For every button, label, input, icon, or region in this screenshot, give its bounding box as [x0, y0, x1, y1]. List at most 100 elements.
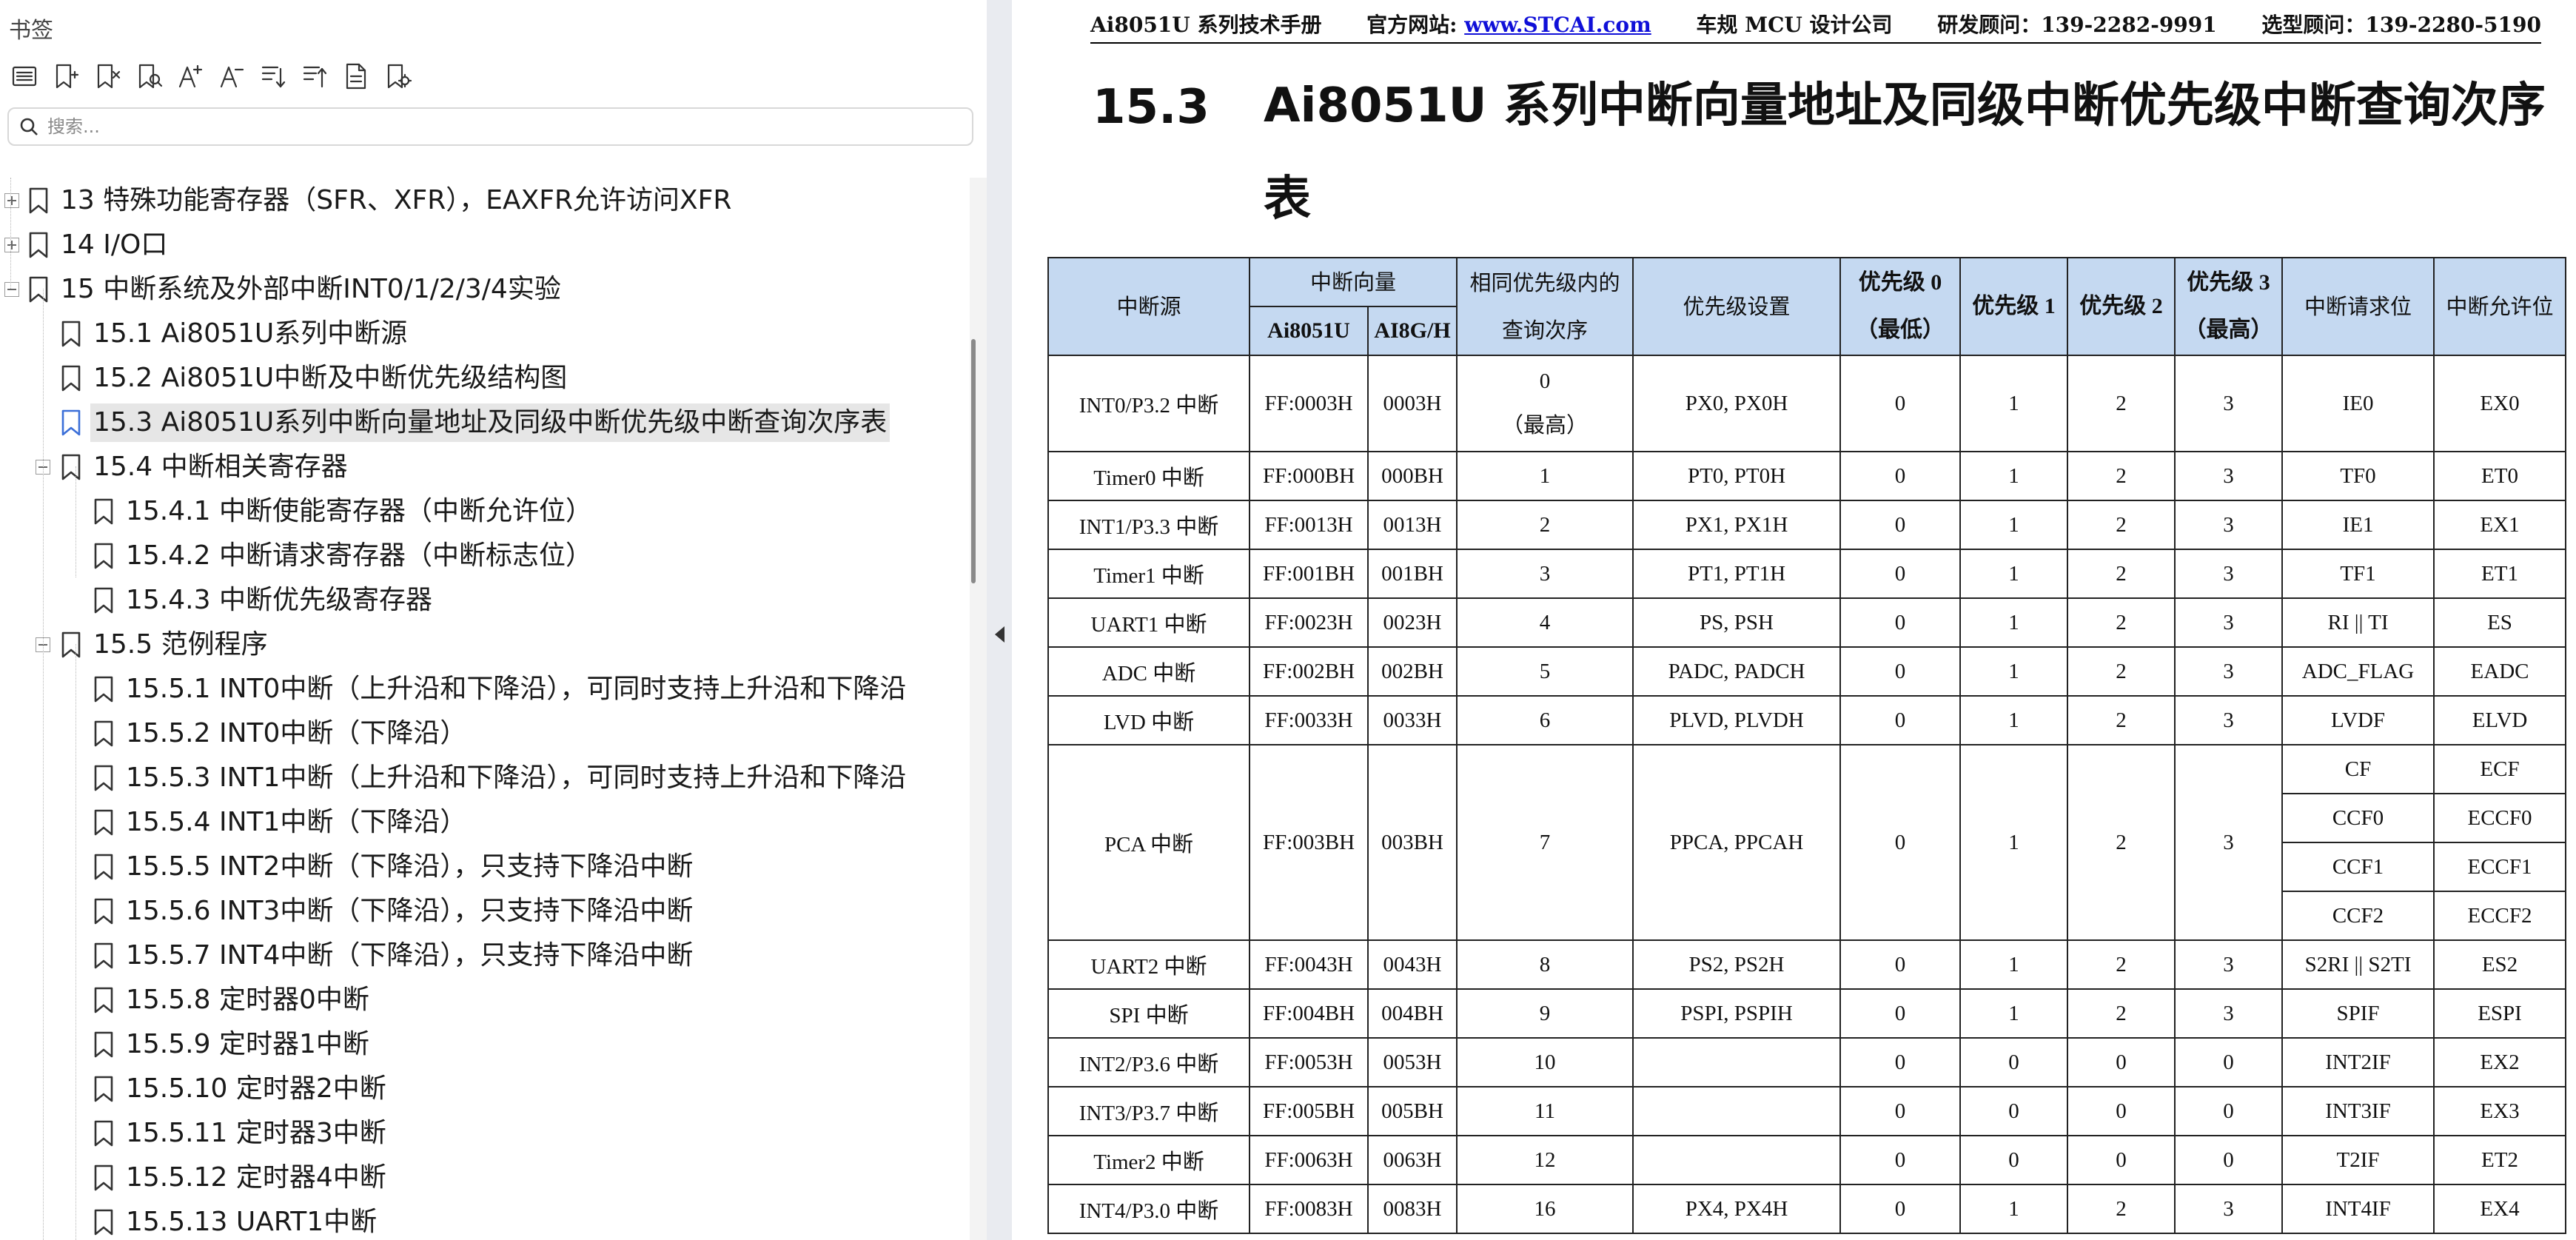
cell-priority-0: 0 — [1839, 549, 1962, 599]
cell-priority-0: 0 — [1839, 1037, 1962, 1087]
cell-priority-2: 2 — [2067, 597, 2176, 648]
bookmark-scrollbar-track[interactable] — [970, 178, 987, 1240]
bookmark-item-label: 15.5.13 UART1中断 — [126, 1207, 378, 1237]
bookmark-item[interactable]: 15.5.2 INT0中断（下降沿） — [93, 711, 469, 756]
bookmark-icon — [93, 1120, 114, 1147]
bookmark-item[interactable]: 15.5.1 INT0中断（上升沿和下降沿），可同时支持上升沿和下降沿 — [93, 667, 909, 711]
bookmark-item[interactable]: 15.2 Ai8051U中断及中断优先级结构图 — [61, 356, 570, 401]
expand-node-icon[interactable] — [4, 193, 19, 208]
table-row: Timer1 中断 FF:001BH 001BH 3 PT1, PT1H 0 1 2 3 TF1 E… — [1047, 549, 2567, 599]
cell-query-order: 2 — [1456, 500, 1634, 550]
bookmark-icon — [93, 498, 114, 525]
cell-vector-ai8g: 001BH — [1366, 549, 1458, 599]
bookmark-item[interactable]: 15.3 Ai8051U系列中断向量地址及同级中断优先级中断查询次序表 — [61, 401, 890, 445]
cell-vector-ai8051u: FF:002BH — [1249, 646, 1369, 697]
cell-priority-setting — [1632, 1135, 1842, 1185]
cell-vector-ai8051u: FF:0063H — [1249, 1135, 1369, 1185]
bookmark-item[interactable]: 15.4.2 中断请求寄存器（中断标志位） — [93, 534, 595, 578]
list-icon[interactable] — [7, 59, 41, 93]
collapse-node-icon[interactable] — [4, 282, 19, 297]
bookmark-icon — [93, 543, 114, 569]
bookmark-item[interactable]: 15.1 Ai8051U系列中断源 — [61, 312, 410, 356]
document-viewer[interactable]: Ai8051U 系列技术手册 官方网站: www.STCAI.com 车规 MC… — [1012, 0, 2576, 1240]
bookmark-item[interactable]: 15 中断系统及外部中断INT0/1/2/3/4实验 — [4, 267, 564, 312]
header-query-order: 相同优先级内的 查询次序 — [1456, 257, 1634, 356]
cell-priority-1: 1 — [1959, 646, 2069, 697]
header-website-label: 官方网站: — [1366, 13, 1465, 37]
add-bookmark-icon[interactable] — [49, 59, 83, 93]
collapse-all-icon[interactable] — [298, 59, 332, 93]
bookmark-item[interactable]: 15.5.4 INT1中断（下降沿） — [93, 800, 469, 845]
cell-query-order: 4 — [1456, 597, 1634, 648]
cell-source: SPI 中断 — [1047, 988, 1250, 1039]
bookmark-icon — [93, 854, 114, 880]
header-request-bit: 中断请求位 — [2281, 257, 2435, 356]
collapse-panel-button[interactable] — [990, 622, 1008, 647]
panel-splitter[interactable] — [987, 0, 1012, 1240]
bookmark-item[interactable]: 15.5.9 定时器1中断 — [93, 1022, 372, 1067]
shrink-text-icon[interactable] — [215, 59, 249, 93]
bookmark-item-label: 13 特殊功能寄存器（SFR、XFR），EAXFR允许访问XFR — [61, 185, 732, 215]
cell-query-order-line: 10 — [1534, 1050, 1556, 1074]
bookmark-item[interactable]: 15.5 范例程序 — [36, 623, 271, 667]
bookmark-item[interactable]: 15.4.3 中断优先级寄存器 — [93, 578, 435, 623]
bookmark-item-label: 15.5.2 INT0中断（下降沿） — [126, 718, 467, 748]
cell-enable-bit: ESPI — [2433, 988, 2567, 1039]
cell-source: INT1/P3.3 中断 — [1047, 500, 1250, 550]
bookmark-item[interactable]: 15.5.6 INT3中断（下降沿），只支持下降沿中断 — [93, 889, 696, 934]
bookmark-item[interactable]: 15.5.8 定时器0中断 — [93, 978, 372, 1022]
expand-node-icon[interactable] — [4, 238, 19, 252]
bookmark-properties-icon[interactable] — [339, 59, 373, 93]
bookmark-item[interactable]: 15.5.10 定时器2中断 — [93, 1067, 389, 1111]
cell-source: UART1 中断 — [1047, 597, 1250, 648]
cell-priority-2: 2 — [2067, 500, 2176, 550]
bookmark-scrollbar-thumb[interactable] — [971, 339, 976, 583]
cell-priority-setting: PX4, PX4H — [1632, 1184, 1842, 1234]
bookmark-item[interactable]: 15.4 中断相关寄存器 — [36, 445, 351, 489]
bookmark-item[interactable]: 15.5.5 INT2中断（下降沿），只支持下降沿中断 — [93, 845, 696, 889]
cell-priority-0: 0 — [1839, 1135, 1962, 1185]
cell-enable-bit: ELVD — [2433, 695, 2567, 745]
section-number: 15.3 — [1093, 80, 1210, 135]
bookmark-item[interactable]: 15.4.1 中断使能寄存器（中断允许位） — [93, 489, 595, 534]
cell-enable-bit: ET2 — [2433, 1135, 2567, 1185]
cell-priority-setting — [1632, 1086, 1842, 1136]
cell-vector-ai8g: 000BH — [1366, 451, 1458, 501]
bookmark-icon — [61, 365, 81, 392]
expand-text-icon[interactable] — [173, 59, 207, 93]
bookmark-item[interactable]: 15.5.13 UART1中断 — [93, 1200, 380, 1240]
cell-priority-setting: PX0, PX0H — [1632, 355, 1842, 452]
cell-priority-0: 0 — [1839, 744, 1962, 941]
bookmark-item[interactable]: 15.5.3 INT1中断（上升沿和下降沿），可同时支持上升沿和下降沿 — [93, 756, 909, 800]
bookmark-item[interactable]: 15.5.11 定时器3中断 — [93, 1111, 389, 1156]
page-running-header: Ai8051U 系列技术手册 官方网站: www.STCAI.com 车规 MC… — [1090, 9, 2541, 38]
bookmark-icon — [93, 898, 114, 925]
cell-query-order: 11 — [1456, 1086, 1634, 1136]
bookmark-item[interactable]: 13 特殊功能寄存器（SFR、XFR），EAXFR允许访问XFR — [4, 178, 734, 223]
bookmark-search-box[interactable] — [7, 107, 973, 146]
bookmark-item[interactable]: 14 I/O口 — [4, 223, 170, 267]
find-bookmark-icon[interactable] — [132, 59, 166, 93]
bookmark-item[interactable]: 15.5.12 定时器4中断 — [93, 1156, 389, 1200]
header-priority-1: 优先级 1 — [1959, 257, 2069, 356]
cell-source: PCA 中断 — [1047, 744, 1250, 941]
bookmarks-panel-title: 书签 — [9, 18, 53, 44]
expand-all-icon[interactable] — [256, 59, 290, 93]
cell-query-order-line: 7 — [1539, 831, 1551, 854]
cell-request-bit: S2RI || S2TI — [2281, 939, 2435, 990]
bookmark-search-input[interactable] — [47, 116, 936, 137]
cell-source: INT2/P3.6 中断 — [1047, 1037, 1250, 1087]
bookmark-item[interactable]: 15.5.7 INT4中断（下降沿），只支持下降沿中断 — [93, 934, 696, 978]
header-selection-advisor: 选型顾问：139-2280-5190 — [2261, 13, 2541, 37]
cell-query-order: 6 — [1456, 695, 1634, 745]
tree-guide-line — [43, 289, 44, 1240]
delete-bookmark-icon[interactable] — [90, 59, 124, 93]
cell-priority-1: 1 — [1959, 355, 2069, 452]
table-row: INT4/P3.0 中断 FF:0083H 0083H 16 PX4, PX4H 0 1 2 3… — [1047, 1184, 2567, 1234]
header-website-link[interactable]: www.STCAI.com — [1464, 13, 1651, 37]
cell-priority-3: 3 — [2174, 646, 2284, 697]
cell-enable-bit: EADC — [2433, 646, 2567, 697]
bookmark-settings-icon[interactable] — [380, 59, 415, 93]
cell-priority-1: 1 — [1959, 988, 2069, 1039]
cell-priority-2: 2 — [2067, 549, 2176, 599]
